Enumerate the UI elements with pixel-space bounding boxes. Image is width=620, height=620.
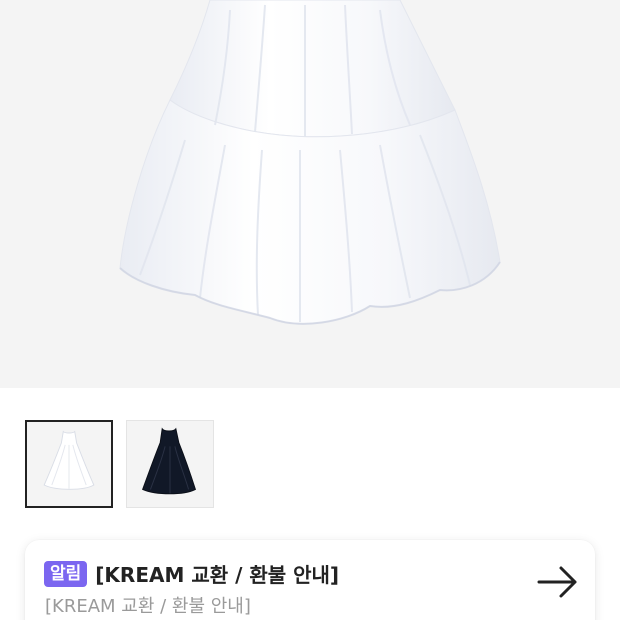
product-main-image[interactable]	[0, 0, 620, 388]
black-dress-thumbnail-icon	[142, 427, 197, 495]
notice-badge: 알림	[44, 560, 88, 587]
thumbnail-list	[25, 420, 214, 508]
white-dress-image	[119, 0, 501, 325]
white-dress-thumbnail-icon	[43, 430, 95, 490]
arrow-right-icon[interactable]	[537, 564, 579, 600]
product-page: 알림 [KREAM 교환 / 환불 안내] [KREAM 교환 / 환불 안내]	[0, 0, 620, 620]
thumbnail-white-dress[interactable]	[25, 420, 113, 508]
thumbnail-black-dress[interactable]	[126, 420, 214, 508]
notice-title: [KREAM 교환 / 환불 안내]	[95, 563, 340, 587]
notice-card[interactable]: 알림 [KREAM 교환 / 환불 안내] [KREAM 교환 / 환불 안내]	[25, 540, 595, 620]
notice-title-row: 알림 [KREAM 교환 / 환불 안내]	[44, 559, 339, 588]
notice-subtitle: [KREAM 교환 / 환불 안내]	[45, 596, 251, 617]
